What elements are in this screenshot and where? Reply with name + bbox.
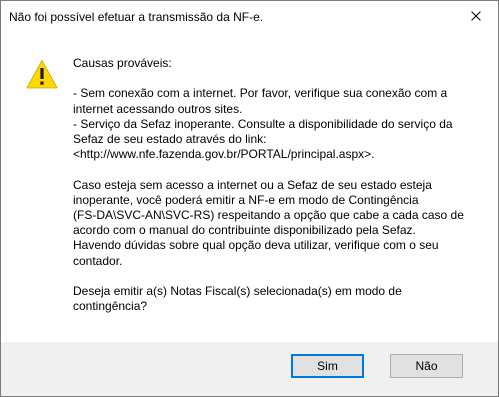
- message-causes: - Sem conexão com a internet. Por favor,…: [73, 86, 453, 162]
- yes-button[interactable]: Sim: [291, 354, 364, 378]
- dialog-message: Causas prováveis: - Sem conexão com a in…: [73, 56, 473, 314]
- dialog-title: Não foi possível efetuar a transmissão d…: [9, 10, 264, 24]
- dialog-content: Causas prováveis: - Sem conexão com a in…: [1, 35, 498, 342]
- message-dialog: Não foi possível efetuar a transmissão d…: [0, 0, 499, 397]
- warning-icon: [26, 60, 58, 89]
- title-bar: Não foi possível efetuar a transmissão d…: [1, 1, 498, 35]
- no-button[interactable]: Não: [390, 354, 463, 378]
- message-heading: Causas prováveis:: [73, 56, 172, 70]
- message-question: Deseja emitir a(s) Notas Fiscal(s) selec…: [73, 284, 402, 314]
- button-bar: Sim Não: [1, 342, 498, 396]
- close-button[interactable]: [454, 1, 498, 31]
- close-icon: [471, 11, 481, 21]
- message-contingency-info: Caso esteja sem acesso a internet ou a S…: [73, 177, 464, 268]
